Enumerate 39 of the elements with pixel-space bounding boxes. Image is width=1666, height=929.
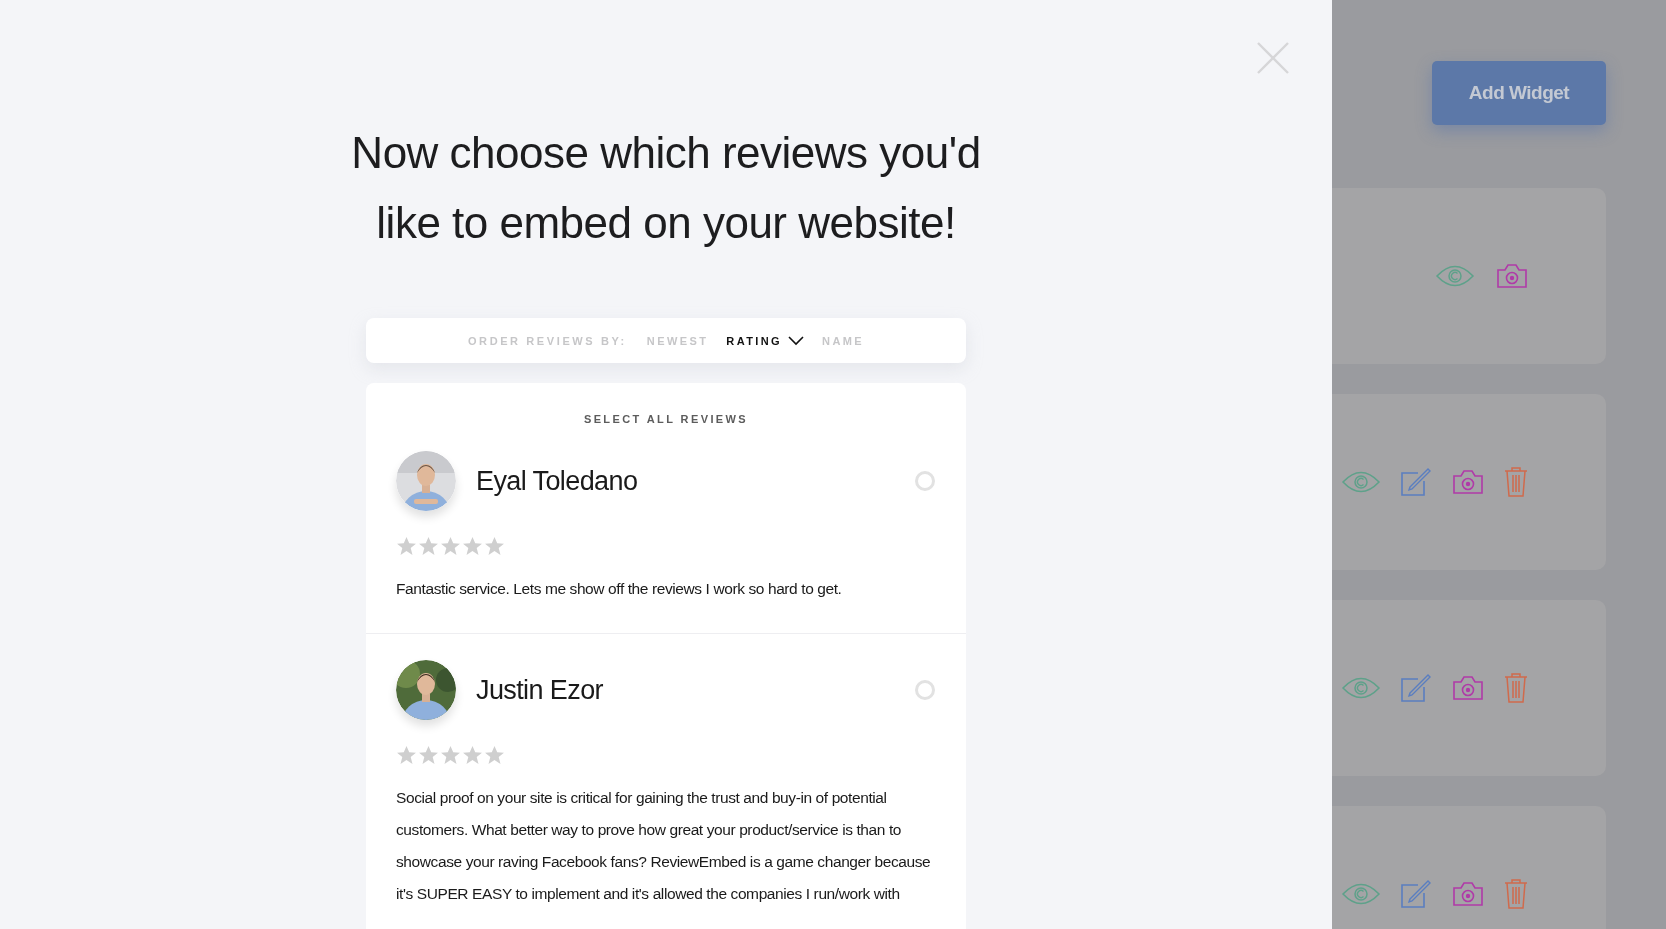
star-icon (418, 536, 439, 557)
star-icon (396, 536, 417, 557)
eye-icon[interactable] (1342, 883, 1380, 905)
chevron-down-icon (788, 335, 805, 346)
star-icon (484, 536, 505, 557)
trash-icon[interactable] (1504, 878, 1528, 910)
star-icon (396, 745, 417, 766)
camera-icon[interactable] (1452, 881, 1484, 907)
star-icon (462, 745, 483, 766)
select-radio[interactable] (915, 680, 935, 700)
trash-icon[interactable] (1504, 672, 1528, 704)
eye-icon[interactable] (1342, 471, 1380, 493)
edit-icon[interactable] (1400, 879, 1432, 909)
modal-title: Now choose which reviews you'd like to embed on your website! (350, 127, 982, 249)
select-all-button[interactable]: SELECT ALL REVIEWS (583, 413, 749, 425)
camera-icon[interactable] (1496, 263, 1528, 289)
sort-option[interactable]: NEWEST (646, 334, 709, 347)
eye-icon[interactable] (1436, 265, 1474, 287)
edit-icon[interactable] (1400, 467, 1432, 497)
trash-icon[interactable] (1504, 466, 1528, 498)
camera-icon[interactable] (1452, 675, 1484, 701)
select-radio[interactable] (915, 471, 935, 491)
review-text: Fantastic service. Lets me show off the reviews I work so hard to get. (396, 579, 843, 599)
star-icon (484, 745, 505, 766)
reviewer-name: Eyal Toledano (476, 465, 639, 497)
star-icon (440, 536, 461, 557)
sort-option[interactable]: RATING (726, 334, 805, 347)
add-widget-button[interactable]: Add Widget (1432, 61, 1606, 125)
edit-icon[interactable] (1400, 673, 1432, 703)
reviewer-name: Justin Ezor (476, 674, 604, 706)
star-icon (440, 745, 461, 766)
star-icon (418, 745, 439, 766)
sort-option[interactable]: NAME (822, 334, 865, 347)
close-icon[interactable] (1256, 41, 1290, 75)
review-text: Social proof on your site is critical for gaining the trust and buy-in of potential customers. What better way to prove how great your product/service is than to showcase your raving Facebook fans? ReviewEmbed is a game changer because it's SUPER EASY to implement and it's allowed the companies I run/work with (396, 788, 932, 904)
sort-label: ORDER REVIEWS BY: (467, 334, 627, 347)
camera-icon[interactable] (1452, 469, 1484, 495)
eye-icon[interactable] (1342, 677, 1380, 699)
star-icon (462, 536, 483, 557)
